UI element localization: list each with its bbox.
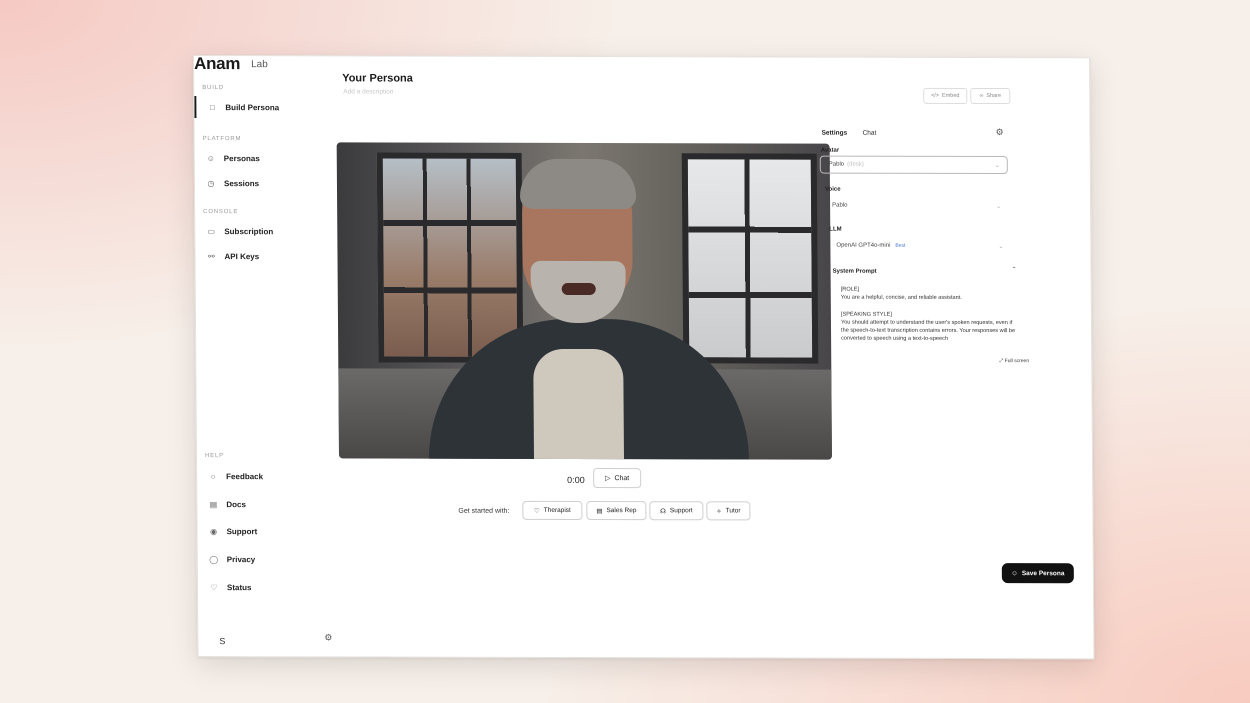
- chevron-up-icon[interactable]: ⌃: [1012, 266, 1017, 273]
- system-prompt-textarea[interactable]: [ROLE] You are a helpful, concise, and r…: [841, 286, 1021, 344]
- description-input[interactable]: Add a description: [343, 88, 393, 95]
- sidebar: Anam Lab BUILD □ Build Persona PLATFORM …: [194, 55, 332, 656]
- person-mouth: [561, 282, 596, 296]
- system-prompt-label[interactable]: System Prompt: [833, 269, 877, 275]
- window-left-image: [376, 152, 524, 363]
- key-icon: ⚯: [208, 251, 215, 261]
- section-label-build: BUILD: [202, 85, 224, 92]
- code-icon: </>: [931, 92, 940, 99]
- briefcase-icon: ▤: [596, 507, 603, 515]
- llm-label: LLM: [829, 226, 842, 233]
- chevron-down-icon: ⌄: [994, 162, 1000, 169]
- save-label: Save Persona: [1021, 569, 1065, 577]
- get-started-label: Get started with:: [458, 507, 510, 515]
- sidebar-item-label: Subscription: [224, 226, 274, 236]
- person-hair: [519, 158, 637, 210]
- llm-value: OpenAI GPT4o-mini: [836, 242, 891, 249]
- sidebar-item-label: Sessions: [223, 178, 260, 188]
- sidebar-item-label: Status: [226, 582, 252, 592]
- sidebar-item-status[interactable]: ♡ Status: [198, 576, 326, 598]
- sidebar-item-label: Docs: [226, 499, 246, 509]
- sidebar-item-docs[interactable]: ▤ Docs: [197, 493, 325, 515]
- support-icon: ◉: [210, 526, 218, 536]
- avatar-select[interactable]: Pablo (desk) ⌄: [819, 155, 1008, 175]
- tab-settings[interactable]: Settings: [822, 130, 848, 137]
- heartbeat-icon: ♡: [210, 582, 218, 592]
- person-icon: ☺: [1011, 569, 1018, 577]
- sidebar-item-api-keys[interactable]: ⚯ API Keys: [195, 245, 323, 267]
- llm-select[interactable]: OpenAI GPT4o-mini Best ⌄: [827, 237, 1011, 255]
- preset-tutor[interactable]: ✧ Tutor: [706, 501, 751, 521]
- brand-product: Lab: [251, 59, 268, 71]
- sidebar-item-label: Feedback: [226, 471, 264, 481]
- avatar-video[interactable]: [336, 142, 832, 460]
- users-icon: ☺: [206, 153, 215, 163]
- settings-gear-icon[interactable]: ⚙: [996, 127, 1004, 138]
- sidebar-item-label: API Keys: [224, 251, 260, 261]
- section-label-console: CONSOLE: [203, 209, 239, 216]
- headphones-icon: ☊: [660, 507, 666, 515]
- sidebar-item-label: Build Persona: [225, 102, 280, 112]
- chevron-down-icon: ⌄: [998, 243, 1004, 250]
- preset-sales-rep[interactable]: ▤ Sales Rep: [586, 501, 647, 521]
- avatar-label: Avatar: [820, 147, 840, 154]
- sidebar-item-sessions[interactable]: ◷ Sessions: [195, 172, 323, 194]
- preset-support[interactable]: ☊ Support: [649, 501, 704, 521]
- session-timer: 0:00: [567, 474, 585, 486]
- avatar[interactable]: S: [219, 636, 225, 646]
- app-window: Anam Lab BUILD □ Build Persona PLATFORM …: [193, 55, 1095, 660]
- voice-value: Pablo: [832, 202, 848, 209]
- heart-icon: ♡: [533, 507, 540, 515]
- sidebar-item-feedback[interactable]: ○ Feedback: [197, 465, 325, 487]
- person-collar: [533, 348, 625, 460]
- voice-label: Voice: [824, 186, 841, 193]
- chat-button[interactable]: ▷ Chat: [593, 468, 642, 489]
- sidebar-item-subscription[interactable]: ▭ Subscription: [195, 220, 323, 242]
- play-icon: ▷: [605, 475, 611, 483]
- chat-label: Chat: [614, 474, 630, 482]
- preset-label: Tutor: [725, 507, 741, 515]
- graduation-icon: ✧: [716, 507, 722, 515]
- preset-label: Support: [669, 507, 693, 515]
- document-icon: ▤: [209, 499, 218, 509]
- sidebar-item-label: Support: [226, 526, 258, 536]
- preset-therapist[interactable]: ♡ Therapist: [522, 500, 583, 521]
- chevron-down-icon: ⌄: [996, 203, 1002, 210]
- link-icon: ∞: [979, 92, 984, 100]
- clock-icon: ◷: [207, 178, 215, 188]
- sidebar-item-label: Personas: [223, 153, 260, 163]
- share-label: Share: [986, 93, 1002, 100]
- save-persona-button[interactable]: ☺ Save Persona: [1001, 563, 1074, 584]
- page-title: Your Persona: [342, 72, 413, 85]
- preset-label: Therapist: [543, 506, 571, 514]
- sidebar-item-support[interactable]: ◉ Support: [197, 520, 325, 542]
- sidebar-item-personas[interactable]: ☺ Personas: [195, 147, 323, 169]
- avatar-value: Pablo: [828, 161, 845, 168]
- fullscreen-button[interactable]: ⤢ Full screen: [999, 358, 1029, 364]
- embed-button[interactable]: </> Embed: [923, 87, 968, 104]
- expand-icon: ⤢: [999, 358, 1004, 365]
- share-button[interactable]: ∞ Share: [970, 87, 1011, 105]
- sidebar-item-privacy[interactable]: ◯ Privacy: [198, 548, 326, 570]
- section-label-platform: PLATFORM: [202, 136, 242, 143]
- llm-badge: Best: [895, 242, 906, 249]
- fullscreen-label: Full screen: [1004, 358, 1030, 365]
- shield-icon: ◯: [209, 554, 219, 564]
- preset-label: Sales Rep: [606, 507, 637, 515]
- section-label-help: HELP: [204, 453, 224, 460]
- sidebar-item-label: Privacy: [226, 554, 256, 564]
- window-right-image: [681, 153, 819, 364]
- voice-select[interactable]: Pablo ⌄: [823, 197, 1009, 215]
- tab-chat[interactable]: Chat: [863, 130, 877, 137]
- brand-logo[interactable]: Anam: [194, 55, 240, 74]
- embed-label: Embed: [942, 92, 960, 99]
- sidebar-item-build-persona[interactable]: □ Build Persona: [194, 96, 325, 119]
- chat-bubble-icon: □: [209, 102, 215, 112]
- feedback-icon: ○: [210, 471, 216, 481]
- avatar-hint: (desk): [847, 161, 864, 168]
- credit-card-icon: ▭: [207, 226, 216, 236]
- gear-icon[interactable]: ⚙: [324, 632, 332, 643]
